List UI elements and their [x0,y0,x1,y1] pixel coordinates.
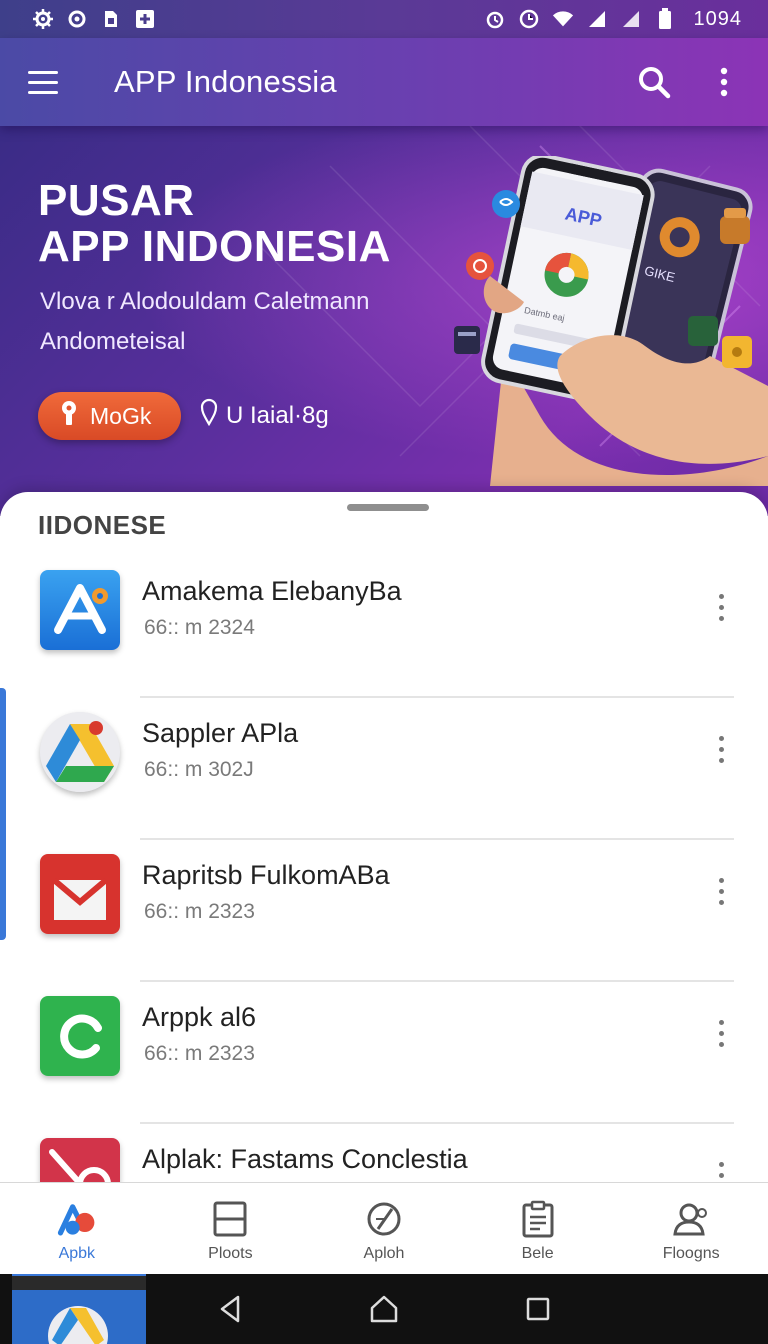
home-icon[interactable] [362,1287,406,1331]
signal-icon [620,8,642,30]
hero-subtitle: Vlova r Alodouldam Caletmann Andometeisa… [40,282,420,362]
hero-title-line2: APP INDONESIA [38,222,391,271]
app-list: Amakema ElebanyBa 66:: m 2324 Sappler AP… [0,556,768,1192]
hero-secondary-label: U Iaial·8g [226,401,329,429]
nav-item-aploh[interactable]: Aploh [307,1183,461,1274]
recent-app-thumbnail[interactable] [12,1274,146,1344]
pin-icon [200,398,218,433]
window-icon [210,1199,250,1239]
refresh-icon [40,996,120,1076]
settings-icon [32,8,54,30]
hero-subtitle-line1: Vlova r Alodouldam Caletmann [40,288,370,315]
wifi-icon [552,8,574,30]
nav-item-ploots[interactable]: Ploots [154,1183,308,1274]
list-item[interactable]: Amakema ElebanyBa 66:: m 2324 [0,556,768,698]
app-name: Arppk al6 [142,1002,257,1032]
app-store-icon [40,570,120,650]
alarm-icon [484,8,506,30]
app-title: APP Indonessia [114,64,337,99]
more-vertical-icon[interactable] [706,866,736,916]
nav-label: Floogns [662,1245,720,1262]
hero-banner: PUSAR APP INDONESIA Vlova r Alodouldam C… [0,126,768,516]
key-icon [60,400,78,432]
more-vertical-icon[interactable] [706,724,736,774]
back-icon[interactable] [208,1287,252,1331]
hero-title-line1: PUSAR [38,176,195,225]
hero-title: PUSAR APP INDONESIA [38,178,391,270]
clipboard-icon [518,1199,558,1239]
more-vertical-icon[interactable] [706,582,736,632]
nav-label: Bele [521,1245,554,1262]
status-notifications [32,8,156,30]
signal-icon [586,8,608,30]
app-name: Rapritsb FulkomABa [142,860,390,890]
list-item[interactable]: Rapritsb FulkomABa 66:: m 2323 [0,840,768,982]
bottom-navigation: Apbk Ploots Aploh Bele Floogns [0,1182,768,1274]
status-time: 1094 [693,7,742,30]
hamburger-icon[interactable] [28,64,64,100]
hero-cta-button[interactable]: MoGk [38,392,182,440]
list-item[interactable]: Arppk al6 66:: m 2323 [0,982,768,1124]
battery-icon [654,8,676,30]
app-name: Sappler APla [142,718,299,748]
search-icon[interactable] [634,62,674,102]
status-bar: 1094 [0,0,768,38]
app-meta: 66:: m 2323 [144,900,255,923]
app-meta: 66:: m 2324 [144,616,255,639]
app-meta: 66:: m 2323 [144,1042,255,1065]
gear-icon [66,8,88,30]
compass-icon [364,1199,404,1239]
nav-label: Ploots [208,1245,253,1262]
app-name: Amakema ElebanyBa [142,576,402,606]
nav-item-floogns[interactable]: Floogns [614,1183,768,1274]
apps-icon [57,1199,97,1239]
hero-subtitle-line2: Andometeisal [40,328,186,355]
add-icon [134,8,156,30]
more-vertical-icon[interactable] [704,62,744,102]
app-bar: APP Indonessia [0,38,768,126]
app-list-sheet: IIDONESE Amakema ElebanyBa 66:: m 2324 S… [0,492,768,1192]
nav-label: Aploh [363,1245,405,1262]
nav-item-apps[interactable]: Apbk [0,1183,154,1274]
drive-icon [40,712,120,792]
recents-icon[interactable] [516,1287,560,1331]
app-meta: 66:: m 302J [144,758,254,781]
clock-icon [518,8,540,30]
edge-panel-handle[interactable] [0,688,6,940]
nav-item-bele[interactable]: Bele [461,1183,615,1274]
hero-cta-label: MoGk [90,402,152,429]
status-indicators: 1094 [484,8,743,31]
nav-label: Apbk [58,1245,96,1262]
phone-illustration: GIKE APP Datmb eaj [454,156,768,486]
section-title: IIDONESE [38,510,167,540]
mail-icon [40,854,120,934]
sim-icon [100,8,122,30]
hero-secondary-link[interactable]: U Iaial·8g [200,398,329,433]
profile-icon [671,1199,711,1239]
list-item[interactable]: Sappler APla 66:: m 302J [0,698,768,840]
app-name: Alplak: Fastams Conclestia [142,1144,468,1174]
drag-handle[interactable] [347,504,429,511]
more-vertical-icon[interactable] [706,1008,736,1058]
